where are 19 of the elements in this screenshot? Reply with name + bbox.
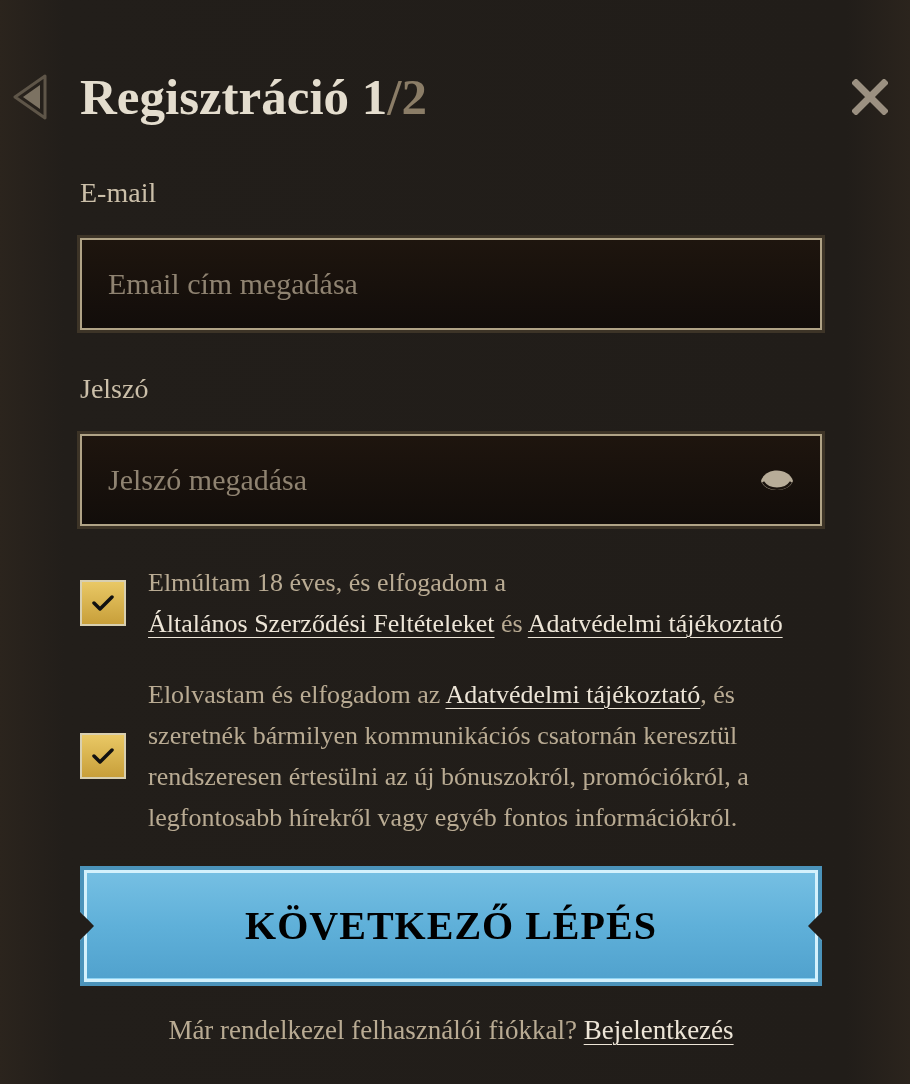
consent-link[interactable]: Általános Szerződési Feltételeket (148, 609, 495, 638)
consent-text: Elolvastam és elfogadom az Adatvédelmi tájékoztató, és szeretnék bármilyen kommunikációs csatornán keresztül rendszeresen értesülni az új bónuszokról, promóciókról, a legfontosabb hírekről vagy egyéb fontos információkról. (148, 679, 750, 834)
consent-link[interactable]: Adatvédelmi tájékoztató (445, 680, 701, 709)
login-link[interactable]: Bejelentkezés (583, 1015, 734, 1045)
login-prompt: Már rendelkezel felhasználói fiókkal? Bejelentkezés (167, 1014, 735, 1046)
field-label: E-mail (80, 177, 158, 209)
password-field[interactable]: Jelszó megadása (80, 434, 822, 526)
consent-text: Elmúltam 18 éves, és elfogadom a Általános Szerződési Feltételeket és Adatvédelmi tájékoztató (148, 567, 784, 640)
check-icon (92, 747, 114, 765)
field-label: Jelszó (80, 373, 150, 405)
checkbox[interactable] (80, 733, 126, 779)
check-icon (92, 594, 114, 612)
consent-link[interactable]: Adatvédelmi tájékoztató (527, 609, 783, 638)
checkbox[interactable] (80, 580, 126, 626)
next-step-button[interactable]: KÖVETKEZŐ LÉPÉS (80, 866, 822, 986)
window-title: Regisztráció 1/2 (80, 68, 427, 127)
close-icon[interactable] (852, 79, 888, 115)
email-field[interactable]: Email cím megadása (80, 238, 822, 330)
back-icon[interactable] (13, 74, 47, 120)
